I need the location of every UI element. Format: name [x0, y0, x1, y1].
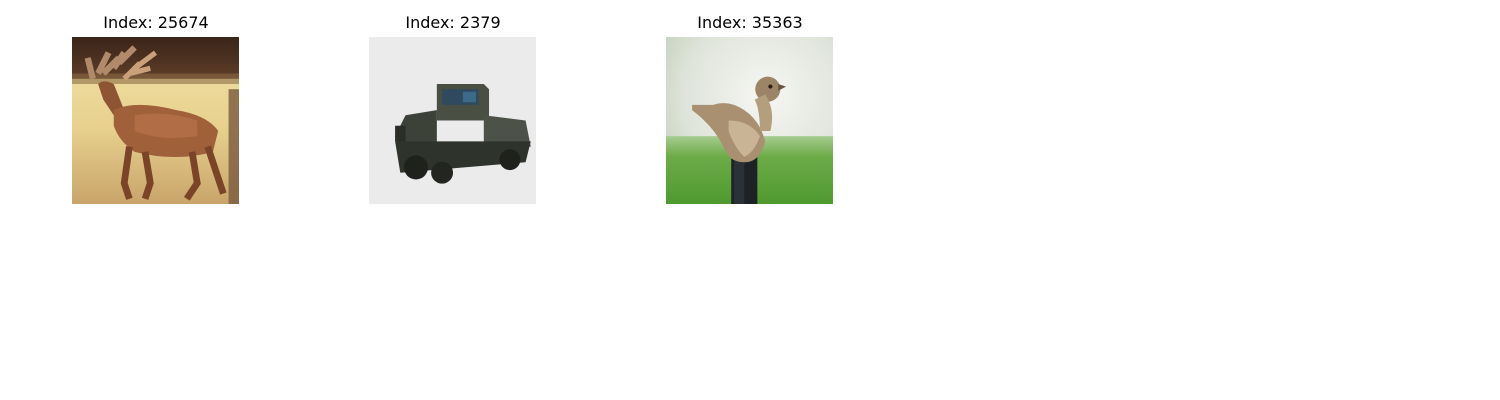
- bird-image: [666, 37, 833, 204]
- image-panel-1: Index: 25674: [72, 8, 240, 204]
- panel-title: Index: 2379: [405, 13, 501, 32]
- panel-title: Index: 35363: [697, 13, 803, 32]
- truck-image: [369, 37, 536, 204]
- deer-image: [72, 37, 239, 204]
- image-panel-3: Index: 35363: [666, 8, 834, 204]
- panel-title: Index: 25674: [103, 13, 209, 32]
- image-panel-2: Index: 2379: [369, 8, 537, 204]
